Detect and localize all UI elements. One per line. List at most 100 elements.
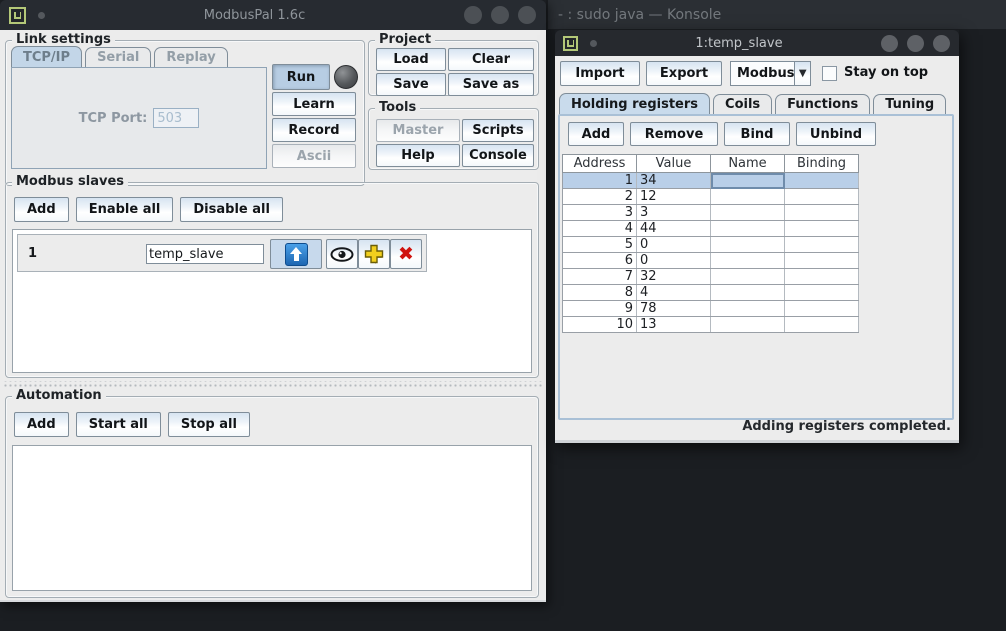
- cell-binding[interactable]: [785, 269, 859, 285]
- load-button[interactable]: Load: [376, 48, 446, 71]
- cell-binding[interactable]: [785, 285, 859, 301]
- cell-binding[interactable]: [785, 189, 859, 205]
- cell-value[interactable]: 12: [637, 189, 711, 205]
- cell-value[interactable]: 34: [637, 173, 711, 189]
- cell-name[interactable]: [711, 173, 785, 189]
- clear-button[interactable]: Clear: [448, 48, 534, 71]
- cell-name[interactable]: [711, 269, 785, 285]
- cell-binding[interactable]: [785, 237, 859, 253]
- cell-binding[interactable]: [785, 205, 859, 221]
- table-row[interactable]: 1 34: [563, 173, 859, 189]
- table-row[interactable]: 9 78: [563, 301, 859, 317]
- cell-name[interactable]: [711, 253, 785, 269]
- cell-address[interactable]: 8: [563, 285, 637, 301]
- cell-address[interactable]: 1: [563, 173, 637, 189]
- scripts-button[interactable]: Scripts: [462, 119, 534, 142]
- cell-value[interactable]: 44: [637, 221, 711, 237]
- table-row[interactable]: 2 12: [563, 189, 859, 205]
- delete-slave-button[interactable]: ✖: [390, 239, 422, 269]
- learn-button[interactable]: Learn: [272, 92, 356, 116]
- cell-address[interactable]: 10: [563, 317, 637, 333]
- cell-name[interactable]: [711, 301, 785, 317]
- cell-value[interactable]: 3: [637, 205, 711, 221]
- cell-binding[interactable]: [785, 221, 859, 237]
- cell-address[interactable]: 7: [563, 269, 637, 285]
- start-all-button[interactable]: Start all: [76, 412, 161, 437]
- cell-binding[interactable]: [785, 301, 859, 317]
- add-automation-entry-button[interactable]: Add: [14, 412, 69, 437]
- export-button[interactable]: Export: [646, 61, 722, 86]
- cell-binding[interactable]: [785, 173, 859, 189]
- remove-register-button[interactable]: Remove: [630, 122, 718, 146]
- cell-name[interactable]: [711, 237, 785, 253]
- table-row[interactable]: 5 0: [563, 237, 859, 253]
- unbind-button[interactable]: Unbind: [796, 122, 876, 146]
- chevron-down-icon[interactable]: ▼: [794, 62, 810, 85]
- cell-address[interactable]: 2: [563, 189, 637, 205]
- add-register-button[interactable]: Add: [568, 122, 624, 146]
- table-row[interactable]: 8 4: [563, 285, 859, 301]
- protocol-dropdown[interactable]: Modbus ▼: [730, 61, 811, 86]
- add-automation-button[interactable]: [358, 239, 390, 269]
- save-as-button[interactable]: Save as: [448, 73, 534, 96]
- view-slave-button[interactable]: [326, 239, 358, 269]
- tab-tcpip[interactable]: TCP/IP: [11, 46, 82, 68]
- import-button[interactable]: Import: [560, 61, 640, 86]
- cell-address[interactable]: 3: [563, 205, 637, 221]
- save-button[interactable]: Save: [376, 73, 446, 96]
- slave-row[interactable]: 1: [17, 234, 427, 272]
- maximize-button[interactable]: [491, 6, 509, 24]
- slave-name-input[interactable]: [146, 244, 264, 264]
- cell-binding[interactable]: [785, 253, 859, 269]
- record-button[interactable]: Record: [272, 118, 356, 142]
- col-header-address[interactable]: Address: [563, 155, 637, 173]
- table-row[interactable]: 10 13: [563, 317, 859, 333]
- cell-value[interactable]: 0: [637, 237, 711, 253]
- tab-replay[interactable]: Replay: [154, 47, 227, 68]
- tab-serial[interactable]: Serial: [85, 47, 151, 68]
- cell-value[interactable]: 78: [637, 301, 711, 317]
- slave-enabled-toggle[interactable]: [270, 239, 322, 269]
- cell-name[interactable]: [711, 317, 785, 333]
- table-row[interactable]: 3 3: [563, 205, 859, 221]
- tab-coils[interactable]: Coils: [713, 94, 772, 115]
- run-button[interactable]: Run: [272, 64, 330, 90]
- cell-name[interactable]: [711, 189, 785, 205]
- col-header-name[interactable]: Name: [711, 155, 785, 173]
- col-header-value[interactable]: Value: [637, 155, 711, 173]
- tab-functions[interactable]: Functions: [775, 94, 870, 115]
- help-button[interactable]: Help: [376, 144, 460, 167]
- tcp-port-input[interactable]: [153, 108, 199, 128]
- close-button[interactable]: [518, 6, 536, 24]
- add-slave-button[interactable]: Add: [14, 197, 69, 222]
- col-header-binding[interactable]: Binding: [785, 155, 859, 173]
- enable-all-button[interactable]: Enable all: [76, 197, 174, 222]
- cell-address[interactable]: 9: [563, 301, 637, 317]
- konsole-titlebar[interactable]: - : sudo java — Konsole: [548, 0, 1006, 29]
- maximize-button[interactable]: [907, 35, 924, 52]
- cell-address[interactable]: 5: [563, 237, 637, 253]
- table-row[interactable]: 6 0: [563, 253, 859, 269]
- cell-value[interactable]: 0: [637, 253, 711, 269]
- tab-holding-registers[interactable]: Holding registers: [559, 93, 710, 115]
- cell-value[interactable]: 13: [637, 317, 711, 333]
- stop-all-button[interactable]: Stop all: [168, 412, 250, 437]
- cell-name[interactable]: [711, 221, 785, 237]
- table-row[interactable]: 4 44: [563, 221, 859, 237]
- cell-binding[interactable]: [785, 317, 859, 333]
- stay-on-top-checkbox[interactable]: [822, 66, 837, 81]
- cell-address[interactable]: 4: [563, 221, 637, 237]
- modbuspal-titlebar[interactable]: ModbusPal 1.6c: [0, 0, 546, 30]
- disable-all-button[interactable]: Disable all: [180, 197, 283, 222]
- minimize-button[interactable]: [464, 6, 482, 24]
- cell-address[interactable]: 6: [563, 253, 637, 269]
- cell-name[interactable]: [711, 285, 785, 301]
- table-row[interactable]: 7 32: [563, 269, 859, 285]
- temp-slave-titlebar[interactable]: 1:temp_slave: [555, 30, 959, 56]
- cell-value[interactable]: 32: [637, 269, 711, 285]
- close-button[interactable]: [933, 35, 950, 52]
- tab-tuning[interactable]: Tuning: [873, 94, 946, 115]
- cell-value[interactable]: 4: [637, 285, 711, 301]
- bind-button[interactable]: Bind: [724, 122, 790, 146]
- console-button[interactable]: Console: [462, 144, 534, 167]
